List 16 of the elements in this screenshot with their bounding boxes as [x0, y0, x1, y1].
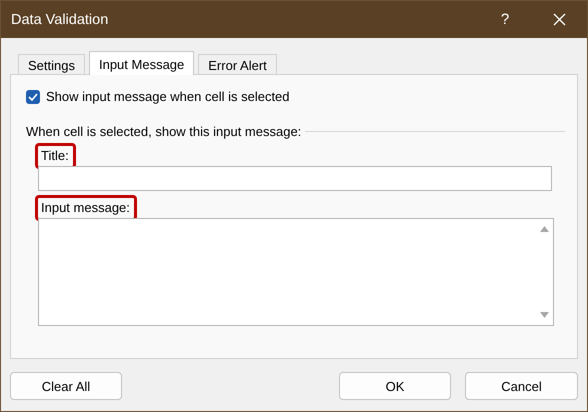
scroll-up-icon[interactable]: [540, 226, 549, 232]
window-title: Data Validation: [10, 12, 110, 28]
title-field[interactable]: [38, 166, 552, 191]
tab[interactable]: Error Alert: [198, 54, 277, 74]
clear-all-button[interactable]: Clear All: [10, 372, 122, 400]
checkbox-label: Show input message when cell is selected: [46, 89, 290, 104]
input-message-field[interactable]: [38, 218, 554, 326]
close-icon[interactable]: [552, 13, 566, 26]
section-label: When cell is selected, show this input message:: [26, 124, 302, 139]
tab[interactable]: Settings: [18, 54, 85, 74]
ok-button[interactable]: OK: [339, 372, 451, 400]
tab[interactable]: Input Message: [88, 51, 194, 75]
cancel-button[interactable]: Cancel: [465, 372, 578, 400]
checkbox[interactable]: [26, 90, 40, 104]
scroll-down-icon[interactable]: [540, 312, 549, 318]
help-button[interactable]: ?: [479, 11, 531, 28]
